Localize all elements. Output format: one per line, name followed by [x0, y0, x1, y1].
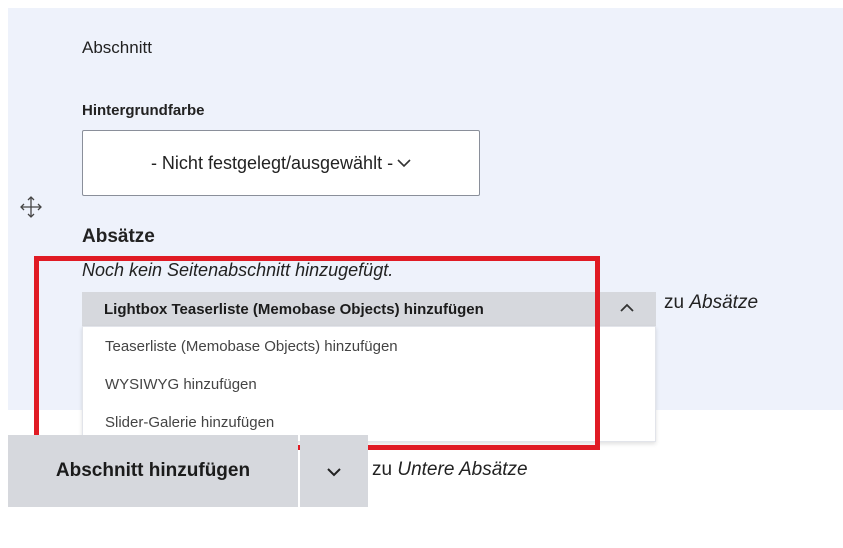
absaetze-empty-text: Noch kein Seitenabschnitt hinzugefügt. — [82, 260, 394, 280]
add-section-label: Abschnitt hinzufügen — [55, 460, 251, 481]
chevron-up-icon — [620, 300, 634, 318]
dropdown-toggle-button[interactable] — [598, 292, 656, 326]
absaetze-heading: Absätze — [82, 226, 155, 247]
target-prefix: zu — [372, 459, 393, 480]
add-section-toggle-button[interactable] — [300, 435, 368, 507]
absaetze-target: zu Absätze — [664, 292, 758, 314]
menu-item-teaserliste[interactable]: Teaserliste (Memobase Objects) hinzufüge… — [83, 327, 655, 365]
add-section-button[interactable]: Abschnitt hinzufügen — [8, 435, 298, 507]
move-icon[interactable] — [18, 195, 44, 221]
target-name: Untere Absätze — [397, 459, 528, 480]
target-prefix: zu — [664, 292, 685, 313]
dropdown-menu: Teaserliste (Memobase Objects) hinzufüge… — [82, 326, 656, 442]
chevron-down-icon — [397, 153, 411, 173]
menu-item-wysiwyg[interactable]: WYSIWYG hinzufügen — [83, 365, 655, 403]
section-label: Abschnitt — [82, 38, 152, 57]
chevron-down-icon — [327, 461, 341, 482]
background-color-value: - Nicht festgelegt/ausgewählt - — [150, 152, 394, 173]
add-lightbox-teaserliste-button[interactable]: Lightbox Teaserliste (Memobase Objects) … — [82, 292, 596, 326]
background-color-label: Hintergrundfarbe — [82, 102, 205, 119]
untere-absaetze-target: zu Untere Absätze — [372, 459, 528, 481]
background-color-select[interactable]: - Nicht festgelegt/ausgewählt - — [82, 130, 480, 196]
add-lightbox-teaserliste-label: Lightbox Teaserliste (Memobase Objects) … — [104, 300, 484, 318]
target-name: Absätze — [689, 292, 759, 313]
